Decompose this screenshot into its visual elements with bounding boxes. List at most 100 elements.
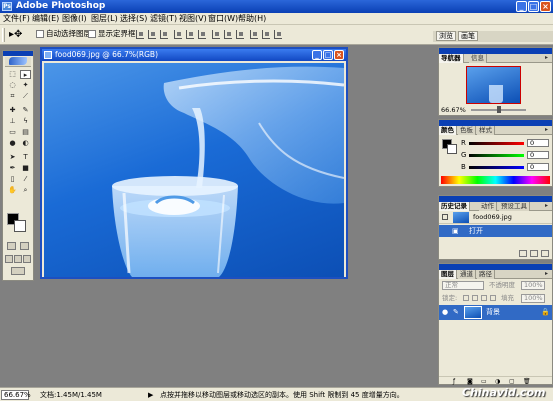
- screen-mode-menubar-icon[interactable]: [14, 255, 22, 263]
- hand-tool-icon[interactable]: ✋: [7, 186, 18, 195]
- toolbox-logo[interactable]: [5, 57, 31, 67]
- tab-history[interactable]: 历史记录: [439, 202, 470, 211]
- layer-style-icon[interactable]: ƒ: [453, 378, 455, 385]
- screen-mode-full-icon[interactable]: [23, 255, 31, 263]
- zoom-slider-thumb[interactable]: [497, 106, 501, 113]
- layer-mask-icon[interactable]: ◙: [467, 378, 473, 385]
- history-brush-source-icon[interactable]: [442, 214, 448, 220]
- new-layer-icon[interactable]: ▢: [509, 378, 515, 385]
- standard-mode-icon[interactable]: [7, 242, 16, 250]
- clone-stamp-tool-icon[interactable]: ⊥: [7, 117, 18, 126]
- distribute-hcenter-icon[interactable]: [262, 30, 270, 39]
- new-snapshot-icon[interactable]: [530, 250, 538, 257]
- status-zoom-input[interactable]: 66.67%: [1, 390, 31, 400]
- color-bg-swatch[interactable]: [447, 144, 457, 154]
- healing-brush-tool-icon[interactable]: ✚: [7, 106, 18, 115]
- notes-tool-icon[interactable]: ▯: [7, 175, 18, 184]
- align-top-icon[interactable]: [136, 30, 144, 39]
- align-right-icon[interactable]: [198, 30, 206, 39]
- marquee-tool-icon[interactable]: ⬚: [7, 70, 18, 79]
- tab-browser[interactable]: 浏览: [436, 31, 456, 41]
- tab-layers[interactable]: 图层: [439, 270, 457, 279]
- navigator-zoom-value[interactable]: 66.67%: [441, 106, 466, 114]
- lock-image-icon[interactable]: [472, 295, 478, 301]
- eraser-tool-icon[interactable]: ▭: [7, 128, 18, 137]
- brush-tool-icon[interactable]: ✎: [20, 106, 31, 115]
- document-maximize-button[interactable]: □: [323, 50, 333, 60]
- history-item[interactable]: ▣ 打开: [439, 225, 552, 237]
- history-snapshot-row[interactable]: food069.jpg: [439, 211, 552, 224]
- dodge-tool-icon[interactable]: ◐: [20, 139, 31, 148]
- align-bottom-icon[interactable]: [160, 30, 168, 39]
- menu-view[interactable]: 视图(V): [179, 14, 207, 24]
- tab-info[interactable]: 信息: [469, 54, 487, 63]
- toolbox-header[interactable]: [3, 51, 33, 56]
- tab-channels[interactable]: 通道: [458, 270, 476, 279]
- tab-swatches[interactable]: 色板: [458, 126, 476, 135]
- distribute-vcenter-icon[interactable]: [224, 30, 232, 39]
- tab-color[interactable]: 颜色: [439, 126, 457, 135]
- auto-select-layer-checkbox[interactable]: [36, 30, 44, 38]
- path-selection-tool-icon[interactable]: ➤: [7, 153, 18, 162]
- tab-tool-presets[interactable]: 预设工具: [499, 202, 530, 211]
- channel-r-input[interactable]: 0: [527, 139, 549, 147]
- tab-paths[interactable]: 路径: [477, 270, 495, 279]
- channel-b-slider[interactable]: [469, 166, 524, 169]
- status-menu-arrow-icon[interactable]: ▶: [148, 390, 153, 400]
- adjustment-layer-icon[interactable]: ◑: [495, 378, 500, 385]
- menu-layer[interactable]: 图层(L): [91, 14, 118, 24]
- lock-position-icon[interactable]: [481, 295, 487, 301]
- pen-tool-icon[interactable]: ✒: [7, 164, 18, 173]
- distribute-top-icon[interactable]: [212, 30, 220, 39]
- tab-navigator[interactable]: 导航器: [439, 54, 464, 63]
- menu-filter[interactable]: 滤镜(T): [150, 14, 177, 24]
- channel-g-input[interactable]: 0: [527, 151, 549, 159]
- blur-tool-icon[interactable]: ●: [7, 139, 18, 148]
- lock-transparent-icon[interactable]: [463, 295, 469, 301]
- fill-input[interactable]: 100%: [521, 294, 545, 303]
- menu-help[interactable]: 帮助(H): [238, 14, 266, 24]
- show-bounds-checkbox[interactable]: [88, 30, 96, 38]
- panel-menu-arrow-icon[interactable]: ▸: [543, 127, 550, 133]
- navigator-thumbnail[interactable]: [466, 66, 521, 104]
- align-vcenter-icon[interactable]: [148, 30, 156, 39]
- screen-mode-standard-icon[interactable]: [5, 255, 13, 263]
- jump-to-imageready-icon[interactable]: [11, 267, 25, 275]
- history-brush-tool-icon[interactable]: ϟ: [20, 117, 31, 126]
- minimize-button[interactable]: _: [516, 1, 527, 12]
- menu-file[interactable]: 文件(F): [3, 14, 30, 24]
- panel-menu-arrow-icon[interactable]: ▸: [543, 55, 550, 61]
- visibility-eye-icon[interactable]: ●: [442, 308, 448, 316]
- layer-set-icon[interactable]: ▭: [481, 378, 487, 385]
- layer-row[interactable]: ● ✎ 背景 🔒: [439, 305, 552, 320]
- document-minimize-button[interactable]: _: [312, 50, 322, 60]
- new-document-from-state-icon[interactable]: [519, 250, 527, 257]
- blend-mode-select[interactable]: 正常: [442, 281, 484, 290]
- move-tool-preset-icon[interactable]: ▸✥: [9, 29, 27, 41]
- background-color-swatch[interactable]: [14, 220, 26, 232]
- menu-window[interactable]: 窗口(W): [208, 14, 238, 24]
- distribute-bottom-icon[interactable]: [236, 30, 244, 39]
- shape-tool-icon[interactable]: ■: [20, 164, 31, 173]
- type-tool-icon[interactable]: T: [20, 153, 31, 162]
- zoom-tool-icon[interactable]: ⌕: [20, 186, 31, 195]
- lasso-tool-icon[interactable]: ◌: [7, 81, 18, 90]
- slice-tool-icon[interactable]: ⟋: [20, 92, 31, 101]
- gradient-tool-icon[interactable]: ▤: [20, 128, 31, 137]
- align-left-icon[interactable]: [174, 30, 182, 39]
- document-size-info[interactable]: 文档:1.45M/1.45M: [40, 390, 102, 400]
- menu-edit[interactable]: 编辑(E): [32, 14, 59, 24]
- channel-b-input[interactable]: 0: [527, 163, 549, 171]
- move-tool-icon[interactable]: ▸: [20, 70, 31, 79]
- maximize-button[interactable]: □: [528, 1, 539, 12]
- eyedropper-tool-icon[interactable]: ⁄: [20, 175, 31, 184]
- opacity-input[interactable]: 100%: [521, 281, 545, 290]
- channel-g-slider[interactable]: [469, 154, 524, 157]
- panel-menu-arrow-icon[interactable]: ▸: [543, 271, 550, 277]
- panel-menu-arrow-icon[interactable]: ▸: [543, 203, 550, 209]
- quick-mask-mode-icon[interactable]: [20, 242, 29, 250]
- document-title-bar[interactable]: food069.jpg @ 66.7%(RGB) _ □ ×: [42, 49, 346, 61]
- delete-layer-icon[interactable]: 🗑: [523, 378, 531, 385]
- menu-select[interactable]: 选择(S): [120, 14, 147, 24]
- distribute-right-icon[interactable]: [274, 30, 282, 39]
